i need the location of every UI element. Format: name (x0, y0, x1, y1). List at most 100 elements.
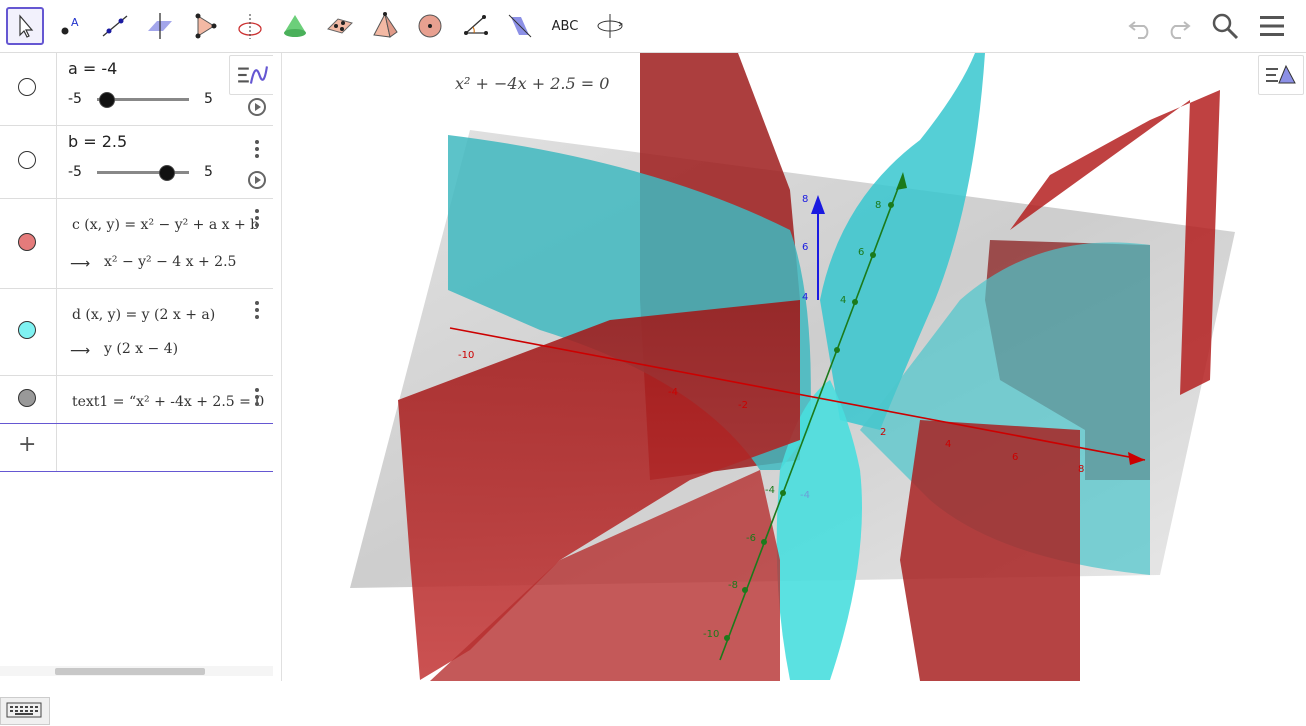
algebra-input-row[interactable]: + (0, 424, 273, 472)
scrollbar-thumb[interactable] (55, 668, 205, 675)
reflect-plane-icon (508, 14, 532, 38)
keyboard-toggle-button[interactable] (0, 697, 50, 725)
item-menu-b[interactable] (255, 140, 261, 161)
surface-c-sheet (900, 420, 1080, 681)
item-menu-text1[interactable] (255, 388, 261, 409)
slider-b-label[interactable]: b = 2.5 (68, 132, 127, 151)
algebra-horizontal-scrollbar[interactable] (0, 666, 273, 676)
rotate-view-icon (597, 14, 623, 38)
z-tick-label: 6 (802, 242, 808, 253)
view-splitter[interactable] (273, 53, 282, 681)
redo-button[interactable] (1160, 8, 1196, 44)
slider-b-knob[interactable] (159, 165, 175, 181)
cursor-arrow-icon (19, 14, 34, 38)
visibility-toggle-b[interactable] (18, 151, 36, 169)
y-tick-label: 6 (858, 247, 864, 258)
redo-icon (1170, 21, 1191, 39)
z-tick-label: -4 (800, 490, 810, 501)
graphics-style-button[interactable] (1258, 55, 1304, 95)
graphics-3d-style-icon (1266, 64, 1296, 84)
main-menu-button[interactable] (1254, 8, 1290, 44)
search-icon (1212, 13, 1239, 40)
function-c-value: x² − y² − 4 x + 2.5 (104, 254, 237, 270)
visibility-toggle-d[interactable] (18, 321, 36, 339)
item-menu-c[interactable] (255, 209, 261, 230)
slider-a-max: 5 (204, 91, 213, 107)
visibility-toggle-c[interactable] (18, 233, 36, 251)
x-tick-label: -2 (738, 400, 748, 411)
search-button[interactable] (1207, 8, 1243, 44)
y-tick-label: -8 (728, 580, 738, 591)
circle-axis-icon (238, 14, 262, 39)
cone-icon (284, 15, 306, 37)
y-tick-label: 4 (840, 295, 846, 306)
slider-b-track[interactable] (97, 171, 189, 174)
angle-icon (464, 15, 488, 35)
x-tick-label: 6 (1012, 452, 1018, 463)
reflect-tool-button[interactable] (501, 7, 539, 45)
graphics-3d-view[interactable]: -10 -4 -2 2 4 6 8 8 6 4 -4 -6 -8 -10 8 6… (282, 53, 1306, 681)
undo-button[interactable] (1123, 8, 1159, 44)
plane-through-points-tool-button[interactable] (321, 7, 359, 45)
function-c-definition[interactable]: c (x, y) = x² − y² + a x + b (72, 217, 262, 233)
perpendicular-line-tool-button[interactable] (141, 7, 179, 45)
line-tool-button[interactable] (96, 7, 134, 45)
y-tick-label: 8 (875, 200, 881, 211)
undo-icon (1128, 21, 1149, 39)
polygon-tool-button[interactable] (186, 7, 224, 45)
slider-a-label[interactable]: a = -4 (68, 59, 117, 78)
x-tick-label: 4 (945, 439, 951, 450)
x-tick-label: -10 (458, 350, 474, 361)
sphere-icon (418, 14, 442, 38)
y-tick-label: -10 (703, 629, 719, 640)
algebra-view: a = -4 -5 5 b = 2.5 -5 5 c (x, y) = x² −… (0, 53, 275, 725)
pyramid-icon (373, 12, 398, 38)
line-icon (102, 15, 128, 37)
visibility-toggle-a[interactable] (18, 78, 36, 96)
slider-a-knob[interactable] (99, 92, 115, 108)
pyramid-tool-button[interactable] (366, 7, 404, 45)
rotate-view-tool-button[interactable] (591, 7, 629, 45)
z-tick-label: 4 (802, 292, 808, 303)
z-tick-label: 8 (802, 194, 808, 205)
slider-b-min: -5 (68, 164, 82, 180)
algebra-item-function-d[interactable]: d (x, y) = y (2 x + a) ⟶ y (2 x − 4) (0, 289, 273, 376)
point-tool-button[interactable]: A (51, 7, 89, 45)
circle-axis-tool-button[interactable] (231, 7, 269, 45)
item-menu-d[interactable] (255, 301, 261, 322)
triangle-icon (195, 13, 217, 39)
plane-points-icon (327, 18, 353, 34)
text-tool-button[interactable]: ABC (546, 7, 584, 45)
graphics-3d-canvas: -10 -4 -2 2 4 6 8 8 6 4 -4 -6 -8 -10 8 6… (350, 53, 1235, 681)
slider-a-min: -5 (68, 91, 82, 107)
svg-text:A: A (71, 16, 79, 29)
keyboard-icon (6, 702, 42, 718)
function-d-definition[interactable]: d (x, y) = y (2 x + a) (72, 307, 215, 323)
algebra-description-icon (238, 66, 268, 84)
play-animation-button-a[interactable] (248, 98, 266, 116)
x-tick-label: 2 (880, 427, 886, 438)
algebra-item-slider-b[interactable]: b = 2.5 -5 5 (0, 126, 273, 199)
sphere-tool-button[interactable] (411, 7, 449, 45)
algebra-item-function-c[interactable]: c (x, y) = x² − y² + a x + b ⟶ x² − y² −… (0, 199, 273, 289)
add-item-icon[interactable]: + (18, 432, 36, 457)
y-tick-label: -4 (765, 485, 775, 496)
angle-tool-button[interactable] (456, 7, 494, 45)
visibility-toggle-text1[interactable] (18, 389, 36, 407)
x-tick-label: -4 (668, 387, 678, 398)
x-tick-label: 8 (1078, 464, 1084, 475)
play-animation-button-b[interactable] (248, 171, 266, 189)
move-tool-button[interactable] (6, 7, 44, 45)
hamburger-menu-icon (1260, 16, 1284, 36)
algebra-item-text1[interactable]: text1 = “x² + -4x + 2.5 = 0 (0, 376, 273, 424)
cone-tool-button[interactable] (276, 7, 314, 45)
algebra-style-button[interactable] (229, 55, 275, 95)
text1-definition[interactable]: text1 = “x² + -4x + 2.5 = 0 (72, 394, 272, 410)
result-arrow-icon: ⟶ (70, 343, 91, 359)
y-tick-label: -6 (746, 533, 756, 544)
text-tool-label: ABC (551, 18, 579, 34)
perpendicular-line-icon (148, 13, 172, 39)
toolbar: A ABC (0, 0, 1306, 53)
result-arrow-icon: ⟶ (70, 256, 91, 272)
equation-text[interactable]: x² + −4x + 2.5 = 0 (455, 74, 609, 93)
